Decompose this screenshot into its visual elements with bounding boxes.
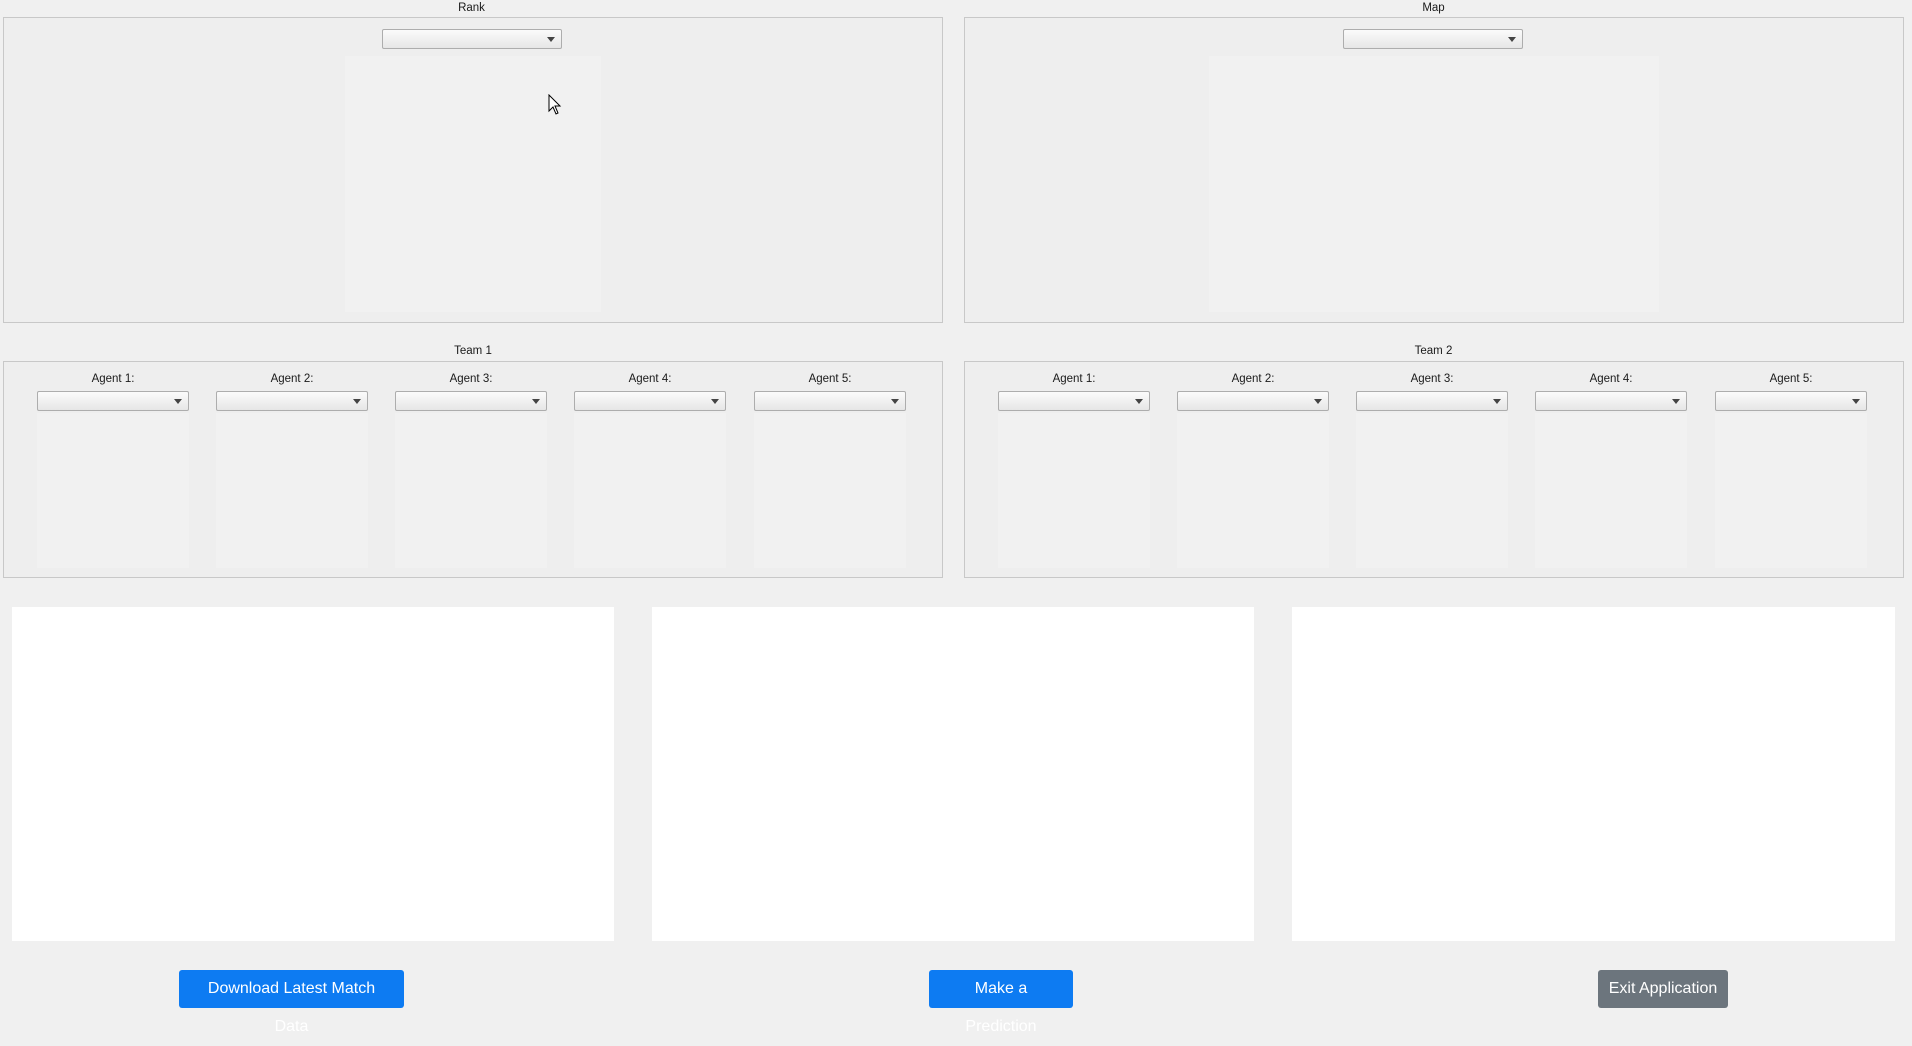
team2-agent5-image bbox=[1715, 413, 1867, 568]
chevron-down-icon bbox=[353, 399, 361, 404]
download-match-data-button[interactable]: Download Latest Match Data bbox=[179, 970, 404, 1035]
rank-dropdown[interactable] bbox=[382, 29, 562, 49]
team2-title: Team 2 bbox=[1414, 345, 1453, 357]
team2-agent3-label: Agent 3: bbox=[1410, 373, 1454, 385]
chevron-down-icon bbox=[547, 37, 555, 42]
chevron-down-icon bbox=[1852, 399, 1860, 404]
team2-agent5-label: Agent 5: bbox=[1769, 373, 1813, 385]
chevron-down-icon bbox=[1508, 37, 1516, 42]
map-dropdown[interactable] bbox=[1343, 29, 1523, 49]
team1-agent3-image bbox=[395, 413, 547, 568]
team1-agent3-label: Agent 3: bbox=[449, 373, 493, 385]
team1-agent5-image bbox=[754, 413, 906, 568]
team2-agent1-label: Agent 1: bbox=[1052, 373, 1096, 385]
team2-agent3-dropdown[interactable] bbox=[1356, 391, 1508, 411]
team1-title: Team 1 bbox=[454, 345, 492, 357]
chevron-down-icon bbox=[1493, 399, 1501, 404]
chevron-down-icon bbox=[1314, 399, 1322, 404]
team2-agent4-image bbox=[1535, 413, 1687, 568]
make-prediction-button[interactable]: Make a Prediction bbox=[929, 970, 1073, 1035]
chevron-down-icon bbox=[174, 399, 182, 404]
exit-application-button[interactable]: Exit Application bbox=[1598, 970, 1728, 1008]
team1-agent1-dropdown[interactable] bbox=[37, 391, 189, 411]
team1-agent5-label: Agent 5: bbox=[808, 373, 852, 385]
team1-agent1-label: Agent 1: bbox=[91, 373, 135, 385]
chevron-down-icon bbox=[1672, 399, 1680, 404]
map-groupbox bbox=[964, 17, 1904, 323]
team1-agent4-dropdown[interactable] bbox=[574, 391, 726, 411]
team2-agent5-dropdown[interactable] bbox=[1715, 391, 1867, 411]
plot-panel-3 bbox=[1292, 607, 1895, 941]
team1-groupbox: Agent 1: Agent 2: Agent 3: Agent 4: Agen… bbox=[3, 361, 943, 578]
team1-agent2-dropdown[interactable] bbox=[216, 391, 368, 411]
chevron-down-icon bbox=[711, 399, 719, 404]
team1-agent2-label: Agent 2: bbox=[270, 373, 314, 385]
team2-groupbox: Agent 1: Agent 2: Agent 3: Agent 4: Agen… bbox=[964, 361, 1904, 578]
team1-agent2-image bbox=[216, 413, 368, 568]
team1-agent5-dropdown[interactable] bbox=[754, 391, 906, 411]
team2-agent1-dropdown[interactable] bbox=[998, 391, 1150, 411]
plot-panel-1 bbox=[12, 607, 614, 941]
plot-panel-2 bbox=[652, 607, 1254, 941]
mouse-pointer-icon bbox=[548, 93, 562, 119]
map-image bbox=[1209, 56, 1659, 312]
team2-agent2-label: Agent 2: bbox=[1231, 373, 1275, 385]
chevron-down-icon bbox=[891, 399, 899, 404]
rank-title: Rank bbox=[458, 2, 485, 14]
team2-agent4-label: Agent 4: bbox=[1589, 373, 1633, 385]
team2-agent3-image bbox=[1356, 413, 1508, 568]
map-title: Map bbox=[1422, 2, 1445, 14]
team1-agent1-image bbox=[37, 413, 189, 568]
team1-agent4-label: Agent 4: bbox=[628, 373, 672, 385]
team2-agent2-dropdown[interactable] bbox=[1177, 391, 1329, 411]
team2-agent4-dropdown[interactable] bbox=[1535, 391, 1687, 411]
team2-agent2-image bbox=[1177, 413, 1329, 568]
rank-groupbox bbox=[3, 17, 943, 323]
chevron-down-icon bbox=[1135, 399, 1143, 404]
team2-agent1-image bbox=[998, 413, 1150, 568]
team1-agent4-image bbox=[574, 413, 726, 568]
team1-agent3-dropdown[interactable] bbox=[395, 391, 547, 411]
rank-image bbox=[345, 56, 601, 312]
chevron-down-icon bbox=[532, 399, 540, 404]
